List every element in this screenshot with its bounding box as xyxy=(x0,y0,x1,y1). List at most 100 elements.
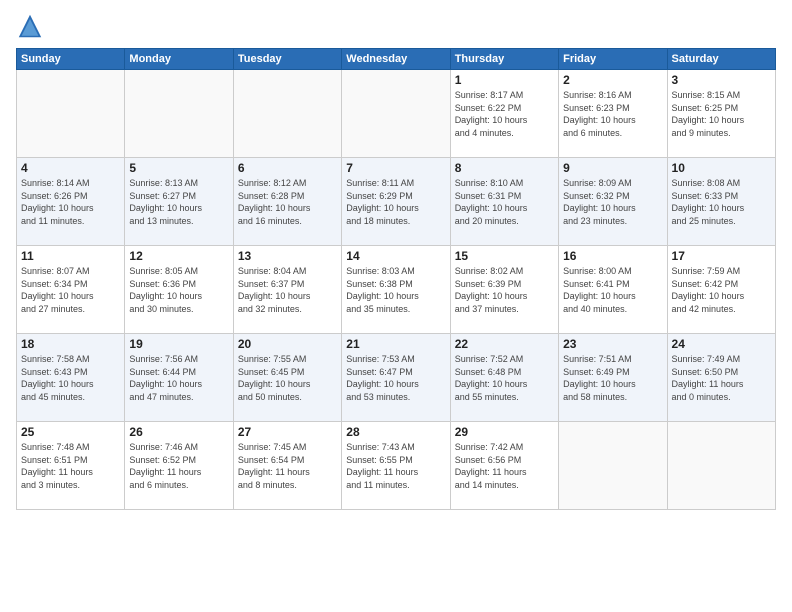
day-number: 8 xyxy=(455,161,554,175)
calendar-header-sunday: Sunday xyxy=(17,49,125,70)
calendar-header-thursday: Thursday xyxy=(450,49,558,70)
calendar-cell: 26 Sunrise: 7:46 AM Sunset: 6:52 PM Dayli… xyxy=(125,422,233,510)
calendar-cell xyxy=(559,422,667,510)
day-number: 18 xyxy=(21,337,120,351)
calendar-week-5: 25 Sunrise: 7:48 AM Sunset: 6:51 PM Dayli… xyxy=(17,422,776,510)
calendar-cell: 19 Sunrise: 7:56 AM Sunset: 6:44 PM Dayli… xyxy=(125,334,233,422)
calendar-cell: 27Sunrise: 7:45 AM Sunset: 6:54 PM Dayli… xyxy=(233,422,341,510)
day-info: Sunrise: 7:42 AM Sunset: 6:56 PM Dayligh… xyxy=(455,441,554,491)
day-info: Sunrise: 7:56 AM Sunset: 6:44 PM Dayligh… xyxy=(129,353,228,403)
calendar-cell: 29 Sunrise: 7:42 AM Sunset: 6:56 PM Dayli… xyxy=(450,422,558,510)
calendar-cell: 2 Sunrise: 8:16 AM Sunset: 6:23 PM Daylig… xyxy=(559,70,667,158)
day-number: 2 xyxy=(563,73,662,87)
day-info: Sunrise: 7:59 AM Sunset: 6:42 PM Dayligh… xyxy=(672,265,771,315)
day-number: 21 xyxy=(346,337,445,351)
day-number: 17 xyxy=(672,249,771,263)
day-info: Sunrise: 8:12 AM Sunset: 6:28 PM Dayligh… xyxy=(238,177,337,227)
day-info: Sunrise: 8:10 AM Sunset: 6:31 PM Dayligh… xyxy=(455,177,554,227)
day-info: Sunrise: 7:48 AM Sunset: 6:51 PM Dayligh… xyxy=(21,441,120,491)
calendar-cell: 6 Sunrise: 8:12 AM Sunset: 6:28 PM Daylig… xyxy=(233,158,341,246)
calendar-cell: 22 Sunrise: 7:52 AM Sunset: 6:48 PM Dayli… xyxy=(450,334,558,422)
day-number: 12 xyxy=(129,249,228,263)
calendar-cell: 3Sunrise: 8:15 AM Sunset: 6:25 PM Daylig… xyxy=(667,70,775,158)
calendar-header-row: SundayMondayTuesdayWednesdayThursdayFrid… xyxy=(17,49,776,70)
day-number: 25 xyxy=(21,425,120,439)
day-info: Sunrise: 8:13 AM Sunset: 6:27 PM Dayligh… xyxy=(129,177,228,227)
calendar-week-3: 11 Sunrise: 8:07 AM Sunset: 6:34 PM Dayli… xyxy=(17,246,776,334)
calendar-cell: 18Sunrise: 7:58 AM Sunset: 6:43 PM Dayli… xyxy=(17,334,125,422)
calendar-cell: 17 Sunrise: 7:59 AM Sunset: 6:42 PM Dayli… xyxy=(667,246,775,334)
calendar-header-saturday: Saturday xyxy=(667,49,775,70)
day-info: Sunrise: 7:52 AM Sunset: 6:48 PM Dayligh… xyxy=(455,353,554,403)
day-info: Sunrise: 8:08 AM Sunset: 6:33 PM Dayligh… xyxy=(672,177,771,227)
calendar-cell: 13 Sunrise: 8:04 AM Sunset: 6:37 PM Dayli… xyxy=(233,246,341,334)
day-info: Sunrise: 8:11 AM Sunset: 6:29 PM Dayligh… xyxy=(346,177,445,227)
day-info: Sunrise: 7:43 AM Sunset: 6:55 PM Dayligh… xyxy=(346,441,445,491)
day-number: 4 xyxy=(21,161,120,175)
logo xyxy=(16,12,48,40)
day-info: Sunrise: 8:14 AM Sunset: 6:26 PM Dayligh… xyxy=(21,177,120,227)
calendar-header-wednesday: Wednesday xyxy=(342,49,450,70)
day-info: Sunrise: 8:16 AM Sunset: 6:23 PM Dayligh… xyxy=(563,89,662,139)
day-number: 15 xyxy=(455,249,554,263)
day-number: 7 xyxy=(346,161,445,175)
calendar-week-4: 18Sunrise: 7:58 AM Sunset: 6:43 PM Dayli… xyxy=(17,334,776,422)
calendar-cell xyxy=(233,70,341,158)
day-number: 13 xyxy=(238,249,337,263)
day-info: Sunrise: 7:55 AM Sunset: 6:45 PM Dayligh… xyxy=(238,353,337,403)
calendar-table: SundayMondayTuesdayWednesdayThursdayFrid… xyxy=(16,48,776,510)
calendar-header-friday: Friday xyxy=(559,49,667,70)
calendar-cell: 21 Sunrise: 7:53 AM Sunset: 6:47 PM Dayli… xyxy=(342,334,450,422)
calendar-week-2: 4 Sunrise: 8:14 AM Sunset: 6:26 PM Daylig… xyxy=(17,158,776,246)
day-info: Sunrise: 7:45 AM Sunset: 6:54 PM Dayligh… xyxy=(238,441,337,491)
calendar-cell xyxy=(342,70,450,158)
day-number: 9 xyxy=(563,161,662,175)
calendar-cell xyxy=(125,70,233,158)
day-info: Sunrise: 8:03 AM Sunset: 6:38 PM Dayligh… xyxy=(346,265,445,315)
calendar-cell: 10 Sunrise: 8:08 AM Sunset: 6:33 PM Dayli… xyxy=(667,158,775,246)
day-info: Sunrise: 8:02 AM Sunset: 6:39 PM Dayligh… xyxy=(455,265,554,315)
day-info: Sunrise: 8:17 AM Sunset: 6:22 PM Dayligh… xyxy=(455,89,554,139)
calendar-cell: 7 Sunrise: 8:11 AM Sunset: 6:29 PM Daylig… xyxy=(342,158,450,246)
calendar-cell: 12Sunrise: 8:05 AM Sunset: 6:36 PM Dayli… xyxy=(125,246,233,334)
day-number: 29 xyxy=(455,425,554,439)
calendar-cell: 23 Sunrise: 7:51 AM Sunset: 6:49 PM Dayli… xyxy=(559,334,667,422)
calendar-cell: 25 Sunrise: 7:48 AM Sunset: 6:51 PM Dayli… xyxy=(17,422,125,510)
calendar-cell xyxy=(667,422,775,510)
generalblue-logo-icon xyxy=(16,12,44,40)
day-number: 24 xyxy=(672,337,771,351)
day-info: Sunrise: 7:46 AM Sunset: 6:52 PM Dayligh… xyxy=(129,441,228,491)
day-info: Sunrise: 7:51 AM Sunset: 6:49 PM Dayligh… xyxy=(563,353,662,403)
page: SundayMondayTuesdayWednesdayThursdayFrid… xyxy=(0,0,792,612)
day-number: 19 xyxy=(129,337,228,351)
day-info: Sunrise: 7:53 AM Sunset: 6:47 PM Dayligh… xyxy=(346,353,445,403)
calendar-cell: 8 Sunrise: 8:10 AM Sunset: 6:31 PM Daylig… xyxy=(450,158,558,246)
day-number: 14 xyxy=(346,249,445,263)
calendar-cell: 15 Sunrise: 8:02 AM Sunset: 6:39 PM Dayli… xyxy=(450,246,558,334)
day-number: 22 xyxy=(455,337,554,351)
calendar-week-1: 1 Sunrise: 8:17 AM Sunset: 6:22 PM Daylig… xyxy=(17,70,776,158)
day-number: 1 xyxy=(455,73,554,87)
calendar-cell: 4 Sunrise: 8:14 AM Sunset: 6:26 PM Daylig… xyxy=(17,158,125,246)
day-number: 10 xyxy=(672,161,771,175)
calendar-header-tuesday: Tuesday xyxy=(233,49,341,70)
day-number: 5 xyxy=(129,161,228,175)
calendar-cell: 24 Sunrise: 7:49 AM Sunset: 6:50 PM Dayli… xyxy=(667,334,775,422)
day-number: 23 xyxy=(563,337,662,351)
day-number: 28 xyxy=(346,425,445,439)
day-number: 20 xyxy=(238,337,337,351)
day-info: Sunrise: 7:49 AM Sunset: 6:50 PM Dayligh… xyxy=(672,353,771,403)
calendar-cell: 5 Sunrise: 8:13 AM Sunset: 6:27 PM Daylig… xyxy=(125,158,233,246)
day-info: Sunrise: 8:09 AM Sunset: 6:32 PM Dayligh… xyxy=(563,177,662,227)
day-number: 11 xyxy=(21,249,120,263)
calendar-cell: 16Sunrise: 8:00 AM Sunset: 6:41 PM Dayli… xyxy=(559,246,667,334)
calendar-cell: 14 Sunrise: 8:03 AM Sunset: 6:38 PM Dayli… xyxy=(342,246,450,334)
day-number: 26 xyxy=(129,425,228,439)
calendar-cell: 28 Sunrise: 7:43 AM Sunset: 6:55 PM Dayli… xyxy=(342,422,450,510)
calendar-cell: 9 Sunrise: 8:09 AM Sunset: 6:32 PM Daylig… xyxy=(559,158,667,246)
day-number: 6 xyxy=(238,161,337,175)
calendar-cell: 20 Sunrise: 7:55 AM Sunset: 6:45 PM Dayli… xyxy=(233,334,341,422)
calendar-cell xyxy=(17,70,125,158)
day-info: Sunrise: 8:04 AM Sunset: 6:37 PM Dayligh… xyxy=(238,265,337,315)
day-info: Sunrise: 8:07 AM Sunset: 6:34 PM Dayligh… xyxy=(21,265,120,315)
